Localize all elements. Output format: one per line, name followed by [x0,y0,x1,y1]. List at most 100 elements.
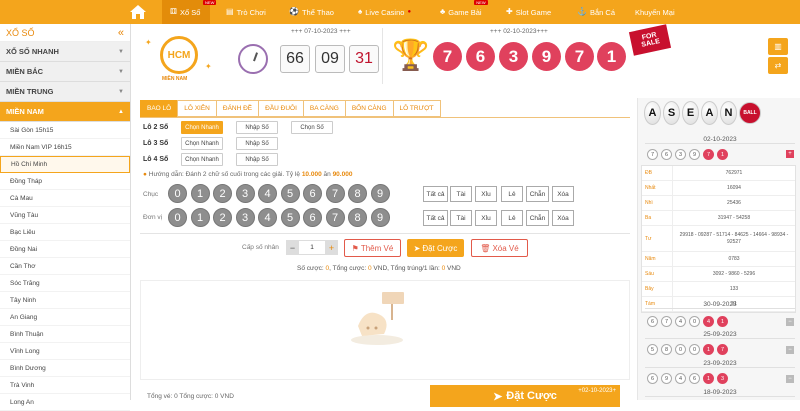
prize-name: ĐB [645,170,652,176]
even-button[interactable]: Chẵn [526,210,549,226]
rate-b: 90.000 [332,171,353,178]
digit-ball[interactable]: 7 [325,208,345,227]
digit-ball[interactable]: 8 [348,184,367,203]
result-mini-ball: 0 [689,344,700,355]
nav-item-game-bai[interactable]: ♣ Game Bài NEW [440,0,488,24]
sidebar-item[interactable]: Long An [0,394,130,411]
big-button[interactable]: Tài [450,210,472,226]
place-bet-button[interactable]: ➤ Đặt Cược [407,239,464,257]
digit-ball[interactable]: 8 [348,208,367,227]
sidebar-section-xo-so-nhanh[interactable]: XỔ SỐ NHANH ▼ [0,42,130,62]
tab-lo-xien[interactable]: LÔ XIÊN [177,100,217,117]
sidebar-item[interactable]: Sài Gòn 15h15 [0,122,130,139]
sidebar-item[interactable]: Tây Ninh [0,292,130,309]
nav-item-tro-choi[interactable]: ▤ Trò Chơi [226,0,266,24]
clear-row-button[interactable]: Xóa [552,210,574,226]
sidebar-item[interactable]: Bình Dương [0,360,130,377]
collapse-icon[interactable]: − [786,375,794,383]
sidebar-item-selected[interactable]: Hồ Chí Minh [0,156,130,173]
tab-bon-cang[interactable]: BỐN CÀNG [344,100,394,117]
odd-button[interactable]: Lẻ [501,186,523,202]
decrement-button[interactable]: − [286,240,299,255]
add-ticket-button[interactable]: ⚑ Thêm Vé [344,239,401,257]
choose-number-button[interactable]: Chọn Số [291,121,333,134]
select-all-button[interactable]: Tất cả [423,210,448,226]
input-number-button[interactable]: Nhập Số [236,137,278,150]
nav-item-xo-so[interactable]: ⚅ Xổ Số NEW [162,0,217,24]
small-button[interactable]: Xỉu [475,186,497,202]
sidebar-item[interactable]: Vũng Tàu [0,207,130,224]
home-icon[interactable] [129,3,147,21]
multiplier-input[interactable]: 1 [299,240,325,255]
chart-icon[interactable]: ▥ [768,38,788,55]
tab-bao-lo[interactable]: BAO LÔ [140,100,179,117]
digit-ball[interactable]: 2 [213,184,232,203]
expand-icon[interactable]: + [786,150,794,158]
digit-ball[interactable]: 6 [303,208,322,227]
quick-pick-button[interactable]: Chọn Nhanh [181,121,223,134]
tab-danh-de[interactable]: ĐÁNH ĐỀ [215,100,260,117]
collapse-icon[interactable]: − [786,318,794,326]
sidebar-item[interactable]: Cà Mau [0,190,130,207]
tab-lo-truot[interactable]: LÔ TRƯỢT [392,100,441,117]
clear-row-button[interactable]: Xóa [552,186,574,202]
collapse-icon[interactable]: « [118,27,124,39]
big-button[interactable]: Tài [450,186,472,202]
nav-item-khuyen-mai[interactable]: Khuyến Mại [635,0,675,24]
sidebar-item[interactable]: Cần Thơ [0,258,130,275]
digit-ball[interactable]: 3 [235,208,255,227]
sidebar-item[interactable]: Trà Vinh [0,377,130,394]
footer-place-bet-button[interactable]: ➤ Đặt Cược +02-10-2023+ [430,385,620,407]
sidebar-item[interactable]: Đồng Nai [0,241,130,258]
sidebar-item[interactable]: Bình Thuận [0,326,130,343]
digit-ball[interactable]: 5 [280,184,300,203]
digit-ball[interactable]: 4 [258,208,277,227]
increment-button[interactable]: + [325,240,338,255]
digit-ball[interactable]: 6 [303,184,322,203]
tab-ba-cang[interactable]: BA CÀNG [302,100,346,117]
digit-ball[interactable]: 1 [190,208,210,227]
collapse-icon[interactable]: − [786,346,794,354]
sidebar-item[interactable]: Đồng Tháp [0,173,130,190]
nav-item-the-thao[interactable]: ⚽ Thể Thao [289,0,334,24]
results-row: Nhì 25436 [642,196,795,211]
input-number-button[interactable]: Nhập Số [236,121,278,134]
input-number-button[interactable]: Nhập Số [236,153,278,166]
quick-pick-button[interactable]: Chọn Nhanh [181,137,223,150]
digit-ball[interactable]: 7 [325,184,345,203]
sidebar-item[interactable]: Miền Nam VIP 16h15 [0,139,130,156]
digit-ball[interactable]: 4 [258,184,277,203]
result-mini-ball: 9 [689,149,700,160]
sidebar-section-mien-bac[interactable]: MIỀN BẮC ▼ [0,62,130,82]
tab-dau-duoi[interactable]: ĐẦU ĐUÔI [258,100,304,117]
select-all-button[interactable]: Tất cả [423,186,448,202]
digit-ball[interactable]: 0 [168,184,187,203]
nav-item-slot-game[interactable]: ✚ Slot Game [506,0,551,24]
result-mini-ball: 9 [661,373,672,384]
sidebar-item[interactable]: Bạc Liêu [0,224,130,241]
sidebar-item[interactable]: Sóc Trăng [0,275,130,292]
digit-ball[interactable]: 3 [235,184,255,203]
sidebar-item[interactable]: An Giang [0,309,130,326]
sidebar-section-mien-nam[interactable]: MIỀN NAM ▲ [0,102,130,122]
sidebar-item[interactable]: Vĩnh Long [0,343,130,360]
digit-ball[interactable]: 2 [213,208,232,227]
digit-ball[interactable]: 9 [370,184,390,203]
even-button[interactable]: Chẵn [526,186,549,202]
delete-ticket-button[interactable]: 🗑 Xóa Vé [471,239,528,257]
digit-ball[interactable]: 5 [280,208,300,227]
sidebar-section-mien-trung[interactable]: MIỀN TRUNG ▼ [0,82,130,102]
result-mini-ball: 6 [647,373,658,384]
draw-date-row: 18-09-2023 [645,389,795,397]
odd-button[interactable]: Lẻ [501,210,523,226]
quick-pick-button[interactable]: Chọn Nhanh [181,153,223,166]
nav-item-ban-ca[interactable]: ⚓ Bắn Cá [577,0,615,24]
digit-ball[interactable]: 1 [190,184,210,203]
shuffle-icon[interactable]: ⇄ [768,57,788,74]
draw-balls: 763971 [647,149,728,160]
small-button[interactable]: Xỉu [475,210,497,226]
digit-ball[interactable]: 9 [370,208,390,227]
nav-item-live-casino[interactable]: ♠ Live Casino ● [358,0,411,24]
digit-ball[interactable]: 0 [168,208,187,227]
logo-subtitle: MIỀN NAM [162,76,188,82]
